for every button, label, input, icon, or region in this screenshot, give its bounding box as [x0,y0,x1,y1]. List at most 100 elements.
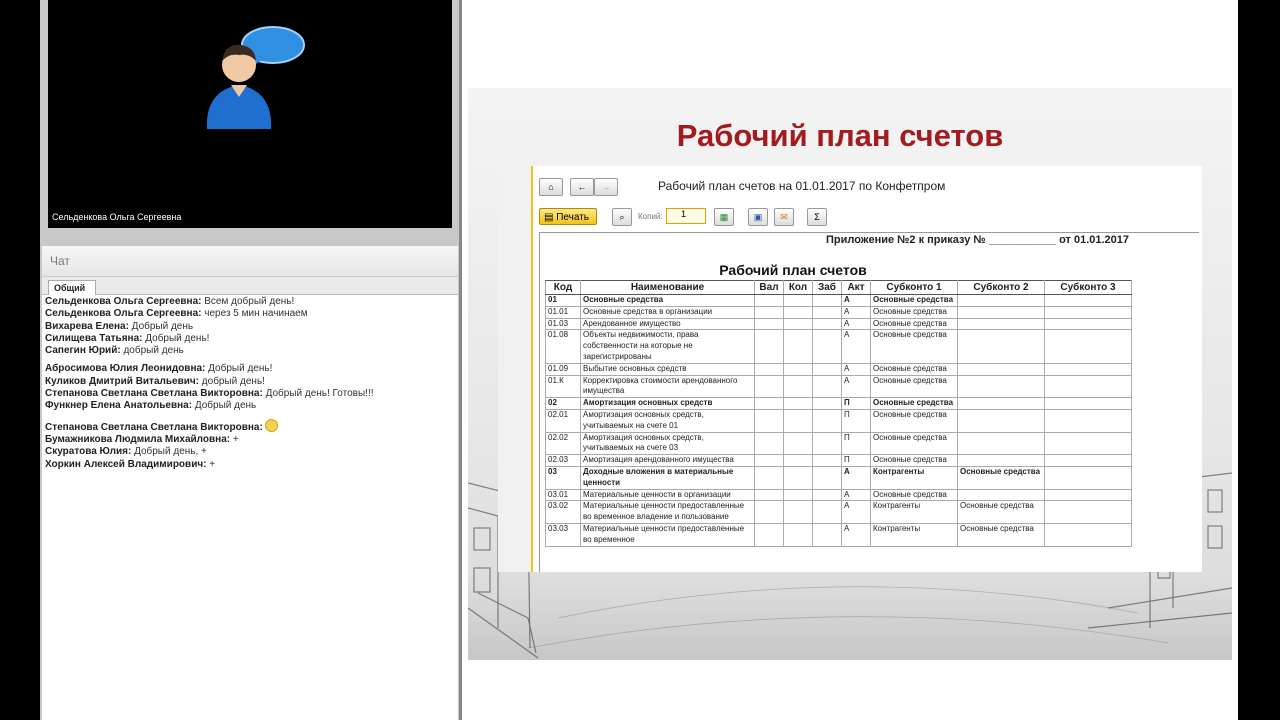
table-cell-code: 02 [545,397,581,410]
table-cell-zab [812,465,842,490]
forward-button[interactable]: → [594,178,618,196]
message-text: Добрый день [128,320,194,332]
message-author: Сапегин Юрий: [45,345,121,357]
column-header: Субконто 3 [1044,280,1132,295]
message-text: Добрый день! Готовы!!! [262,388,374,400]
table-cell-s2 [957,397,1045,410]
sigma-icon: Σ [814,212,820,222]
table-cell-s3 [1044,374,1132,399]
table-title: Рабочий план счетов [719,262,867,278]
chat-tab-general[interactable]: Общий [48,280,97,295]
table-cell-kol [783,408,813,433]
table-cell-s2 [957,294,1045,307]
message-author: Скуратова Юлия: [45,446,132,458]
table-cell-s3 [1044,431,1132,456]
table-cell-s3 [1044,362,1132,376]
table-cell-code: 01 [545,294,581,307]
copies-input[interactable]: 1 [666,208,706,224]
table-cell-s2 [957,305,1045,319]
table-cell-code: 01.09 [545,362,581,376]
table-cell-zab [812,500,842,524]
table-cell-val [754,329,784,364]
arrow-right-icon: → [601,182,611,192]
report-document: ⌂ ← → Рабочий план счетов на 01.01.2017 … [498,166,1202,572]
chat-message: Бумажникова Людмила Михайловна: + [45,434,458,446]
table-cell-akt: А [841,362,871,376]
table-cell-kol [783,465,813,490]
table-cell-s3 [1044,522,1132,547]
column-header: Код [545,280,581,295]
message-text: Всем добрый день! [201,296,295,307]
table-cell-s3 [1044,408,1132,433]
back-button[interactable]: ← [570,178,594,196]
smiley-icon [264,418,278,432]
message-author: Куликов Дмитрий Витальевич: [45,375,200,387]
table-cell-kol [783,329,813,364]
video-panel: Сельденкова Ольга Сергеевна [48,0,452,228]
table-cell-akt: А [841,305,871,319]
column-header: Субконто 2 [957,280,1045,295]
table-cell-val [754,488,784,502]
message-text: добрый день! [199,375,265,387]
table-cell-s3 [1044,305,1132,319]
chat-message: Степанова Светлана Светлана Викторовна: … [45,388,458,400]
table-cell-code: 03.02 [545,500,581,524]
table-row: 02 Амортизация основных средств П Основные … [545,397,1132,410]
document-heading: Рабочий план счетов на 01.01.2017 по Кон… [658,179,946,193]
table-cell-kol [783,500,813,524]
grid-icon: ▦ [719,212,729,222]
message-text: через 5 мин начинаем [201,308,308,320]
table-cell-s2 [957,374,1045,399]
accounts-table: Код Наименование Вал Кол Заб Акт Субконт… [545,280,1132,547]
message-text: Добрый день! [142,332,210,344]
column-header: Наименование [580,280,755,295]
message-author: Сельденкова Ольга Сергеевна: [45,296,202,307]
table-cell-zab [812,362,842,376]
table-cell-s3 [1044,500,1132,524]
table-cell-s1: Основные средства [870,454,958,467]
table-cell-s2 [957,317,1045,331]
message-author: Функнер Елена Анатольевна: [45,400,193,412]
table-cell-zab [812,305,842,319]
right-black-border [1238,0,1280,720]
table-cell-kol [783,317,813,331]
table-cell-s1: Контрагенты [870,465,958,490]
table-cell-val [754,294,784,307]
table-cell-code: 03.01 [545,488,581,502]
message-text: Добрый день! [205,363,273,375]
table-cell-name: Материальные ценности предоставленные во… [580,522,755,547]
table-cell-akt: П [841,431,871,456]
home-button[interactable]: ⌂ [539,178,563,196]
chat-message: Сельденкова Ольга Сергеевна: Всем добрый… [45,296,458,308]
arrow-left-icon: ← [577,182,587,192]
table-cell-kol [783,454,813,467]
table-cell-val [754,362,784,376]
save-button[interactable]: ▣ [748,208,768,226]
table-cell-s1: Основные средства [870,362,958,376]
table-cell-akt: П [841,397,871,410]
page-setup-button[interactable]: ▦ [714,208,734,226]
envelope-icon: ✉ [780,212,788,222]
table-cell-zab [812,488,842,502]
table-cell-s1: Основные средства [870,317,958,331]
table-cell-val [754,317,784,331]
table-cell-s3 [1044,488,1132,502]
table-cell-name: Выбытие основных средств [580,362,755,376]
table-cell-val [754,454,784,467]
table-row: 02.03 Амортизация арендованного имущества… [545,454,1132,467]
message-author: Хоркин Алексей Владимирович: [45,458,207,470]
table-cell-kol [783,374,813,399]
table-cell-zab [812,397,842,410]
email-button[interactable]: ✉ [774,208,794,226]
sum-button[interactable]: Σ [807,208,827,226]
table-row: 01.08 Объекты недвижимости, права собстве… [545,329,1132,364]
table-row: 03 Доходные вложения в материальные ценно… [545,465,1132,490]
preview-button[interactable]: ⌕ [612,208,632,226]
table-row: 02.02 Амортизация основных средств, учиты… [545,431,1132,456]
table-cell-val [754,500,784,524]
table-cell-zab [812,374,842,399]
table-cell-name: Основные средства [580,294,755,307]
table-cell-s2 [957,431,1045,456]
chat-messages: Сельденкова Ольга Сергеевна: Всем добрый… [42,295,458,471]
print-button[interactable]: ▤ Печать [539,208,597,225]
